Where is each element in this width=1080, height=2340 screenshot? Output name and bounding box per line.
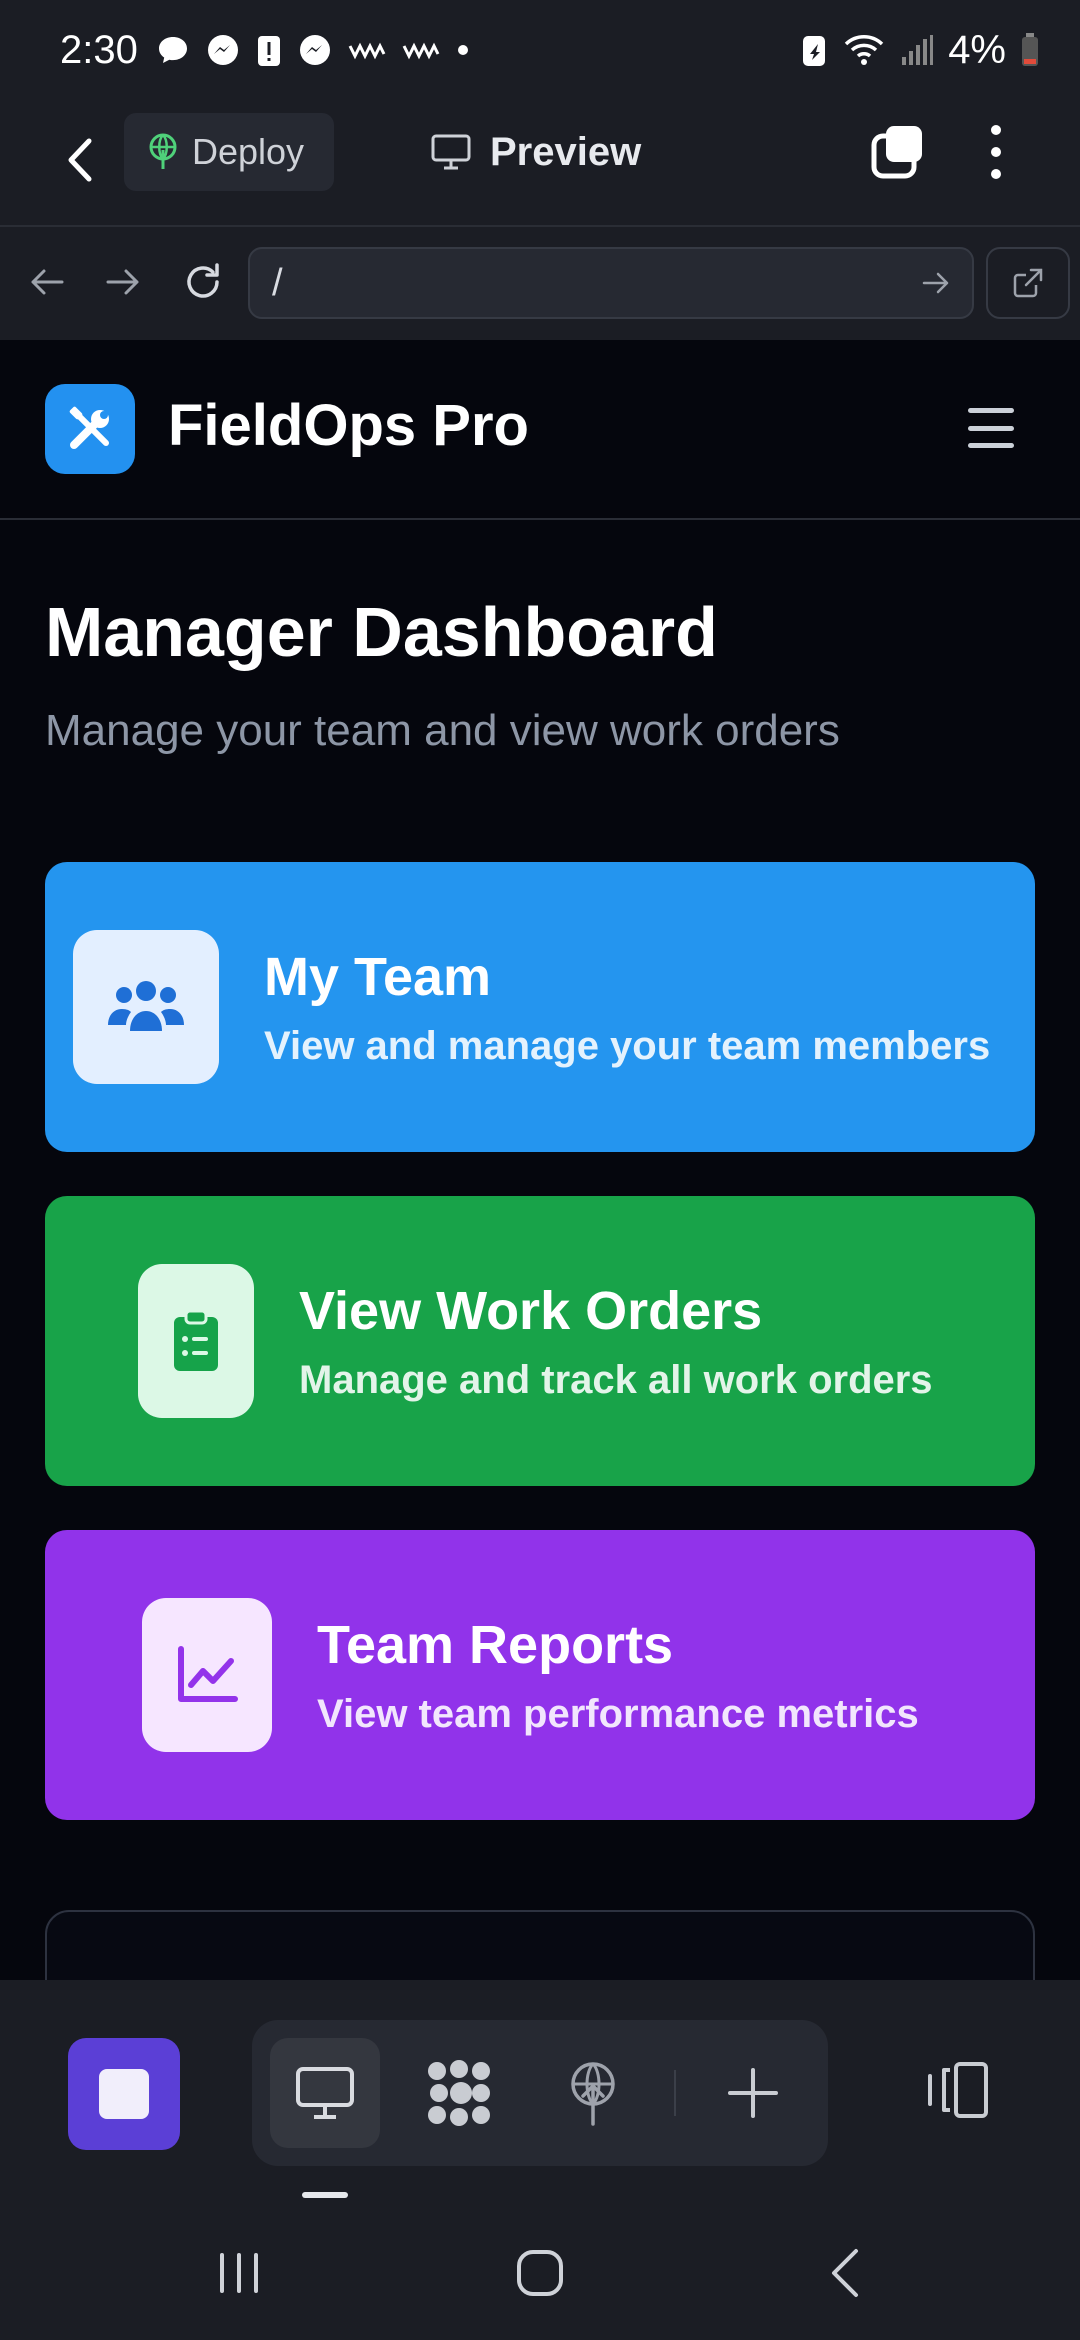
more-notifications-dot-icon xyxy=(457,45,468,55)
browser-bar: / xyxy=(0,225,1080,340)
split-view-icon xyxy=(928,2062,988,2118)
preview-tool-button[interactable] xyxy=(270,2038,380,2148)
site-header: FieldOps Pro xyxy=(0,340,1080,520)
menu-line-icon xyxy=(968,408,1014,413)
status-time: 2:30 xyxy=(60,27,138,72)
stop-button[interactable] xyxy=(68,2038,180,2150)
logo[interactable] xyxy=(45,384,135,474)
more-dot-icon xyxy=(991,169,1001,179)
chart-line-icon xyxy=(178,1646,238,1702)
menu-line-icon xyxy=(968,425,1014,431)
toolbar-divider xyxy=(674,2070,676,2116)
wave-app-icon xyxy=(348,42,386,60)
monitor-icon xyxy=(296,2067,354,2119)
battery-low-icon xyxy=(1022,33,1038,66)
recent-apps-icon xyxy=(220,2253,258,2293)
deploy-tool-button[interactable] xyxy=(538,2038,648,2148)
wave-app-icon-2 xyxy=(402,42,440,60)
url-input[interactable]: / xyxy=(248,247,974,319)
home-icon xyxy=(517,2250,563,2296)
chevron-left-icon xyxy=(832,2249,858,2297)
card-description: Manage and track all work orders xyxy=(299,1358,933,1402)
active-tool-indicator xyxy=(302,2192,348,2198)
clipboard-list-icon xyxy=(174,1309,218,1371)
browser-forward-button[interactable] xyxy=(98,257,148,307)
notification-icons xyxy=(156,32,470,68)
monitor-icon xyxy=(431,134,471,170)
view-work-orders-card[interactable]: View Work Orders Manage and track all wo… xyxy=(45,1196,1035,1486)
deploy-button[interactable]: Deploy xyxy=(124,113,334,191)
system-navigation-bar xyxy=(0,2200,1080,2340)
card-icon-box xyxy=(142,1598,272,1752)
preview-label: Preview xyxy=(490,129,642,174)
reload-button[interactable] xyxy=(178,257,228,307)
partial-card xyxy=(45,1910,1035,1980)
messenger-icon-2 xyxy=(299,35,330,65)
add-tool-button[interactable] xyxy=(698,2038,808,2148)
more-dot-icon xyxy=(991,147,1001,157)
card-icon-box xyxy=(138,1264,254,1418)
bottom-toolbar xyxy=(0,1980,1080,2200)
tool-group xyxy=(252,2020,828,2166)
battery-alert-icon xyxy=(257,36,280,66)
back-button[interactable] xyxy=(55,130,105,190)
go-arrow-icon[interactable] xyxy=(922,271,950,295)
external-link-icon xyxy=(1013,268,1043,298)
recent-apps-button[interactable] xyxy=(204,2238,274,2308)
page-title: Manager Dashboard xyxy=(45,593,718,671)
brand-name: FieldOps Pro xyxy=(168,393,529,458)
messenger-icon xyxy=(207,35,238,65)
menu-button[interactable] xyxy=(968,408,1014,448)
card-title: My Team xyxy=(264,947,492,1007)
menu-line-icon xyxy=(968,443,1014,448)
more-dot-icon xyxy=(991,125,1001,135)
deploy-icon xyxy=(149,133,177,169)
more-options-button[interactable] xyxy=(978,122,1014,182)
preview-tab[interactable]: Preview xyxy=(430,120,641,184)
apps-tool-button[interactable] xyxy=(404,2038,514,2148)
battery-saver-icon xyxy=(803,36,826,66)
status-bar: 2:30 4% xyxy=(0,0,1080,100)
card-description: View team performance metrics xyxy=(317,1692,919,1736)
card-title: View Work Orders xyxy=(299,1281,763,1341)
card-title: Team Reports xyxy=(317,1615,674,1675)
arrow-left-icon xyxy=(31,269,64,295)
app-bar: Deploy Preview xyxy=(0,100,1080,225)
open-external-button[interactable] xyxy=(986,247,1070,319)
deploy-label: Deploy xyxy=(192,131,305,172)
team-reports-card[interactable]: Team Reports View team performance metri… xyxy=(45,1530,1035,1820)
tabs-icon xyxy=(871,126,922,179)
page-subtitle: Manage your team and view work orders xyxy=(45,706,840,755)
reload-icon xyxy=(187,263,219,298)
card-description: View and manage your team members xyxy=(264,1024,991,1068)
url-text: / xyxy=(272,261,283,304)
home-button[interactable] xyxy=(505,2238,575,2308)
plus-icon xyxy=(728,2068,778,2118)
chevron-left-icon xyxy=(68,138,92,182)
card-icon-box xyxy=(73,930,219,1084)
system-back-button[interactable] xyxy=(810,2238,880,2308)
deploy-icon xyxy=(571,2062,615,2126)
apps-blob-icon xyxy=(428,2060,490,2126)
web-content: FieldOps Pro Manager Dashboard Manage yo… xyxy=(0,340,1080,1980)
status-right: 4% xyxy=(800,0,1040,100)
battery-percent: 4% xyxy=(948,27,1006,72)
users-icon xyxy=(108,981,184,1031)
chat-bubble-icon xyxy=(158,37,187,63)
wifi-icon xyxy=(844,35,884,65)
tools-icon xyxy=(69,406,109,449)
layout-toggle-button[interactable] xyxy=(922,2040,992,2140)
signal-icon xyxy=(902,35,934,65)
tabs-switcher-button[interactable] xyxy=(868,122,928,182)
my-team-card[interactable]: My Team View and manage your team member… xyxy=(45,862,1035,1152)
stop-icon xyxy=(99,2069,149,2119)
arrow-right-icon xyxy=(106,269,139,295)
browser-back-button[interactable] xyxy=(22,257,72,307)
